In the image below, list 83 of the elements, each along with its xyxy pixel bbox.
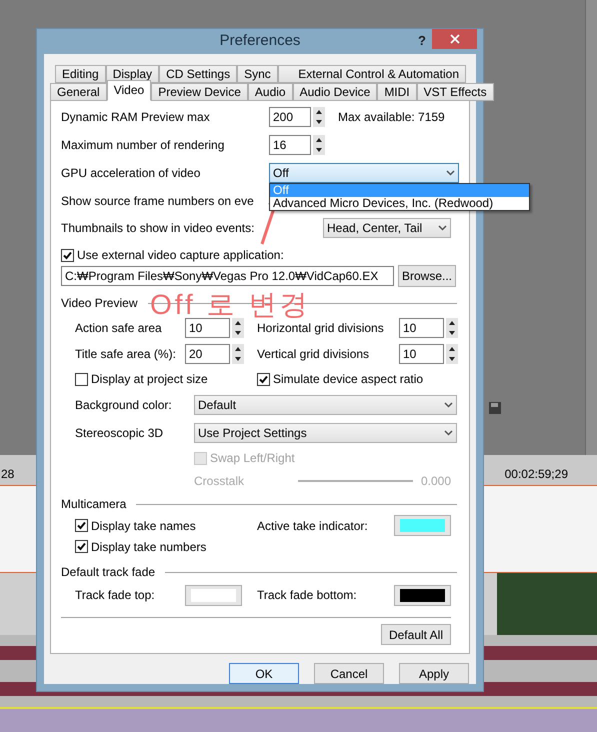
- number-field[interactable]: 10: [399, 344, 444, 364]
- dialog-button[interactable]: Cancel: [314, 663, 384, 684]
- spinner-arrows-icon[interactable]: [446, 344, 458, 364]
- checkbox[interactable]: [75, 519, 88, 532]
- tab[interactable]: External Control & Automation: [278, 65, 466, 83]
- close-button[interactable]: [432, 29, 477, 49]
- checkmark-icon: [77, 542, 86, 551]
- chevron-down-icon: [444, 402, 453, 408]
- setting-label: GPU acceleration of video: [61, 165, 202, 182]
- section-title: Video Preview: [61, 295, 138, 312]
- timecode: 00:02:59;29: [504, 466, 568, 483]
- checkbox[interactable]: [75, 540, 88, 553]
- tab[interactable]: General: [50, 83, 107, 101]
- checkbox-label: Display take names: [91, 518, 196, 534]
- field-label: Action safe area: [75, 320, 162, 337]
- checkmark-icon: [77, 521, 86, 530]
- checkbox[interactable]: [257, 372, 270, 386]
- tab[interactable]: VST Effects: [416, 83, 494, 101]
- tab[interactable]: Sync: [237, 65, 278, 83]
- chevron-down-icon: [446, 170, 455, 176]
- checkbox-label: Use external video capture application:: [77, 247, 284, 264]
- field-label: Vertical grid divisions: [257, 346, 370, 363]
- checkbox[interactable]: [61, 248, 74, 262]
- chevron-down-icon: [444, 430, 453, 436]
- color-swatch-button[interactable]: [394, 515, 451, 536]
- close-icon: [450, 34, 460, 44]
- setting-label: Thumbnails to show in video events:: [61, 220, 254, 236]
- max-available-text: Max available: 7159: [338, 109, 445, 126]
- number-field[interactable]: 16: [269, 135, 311, 155]
- setting-label: Show source frame numbers on eve: [61, 192, 254, 210]
- crosstalk-reading: 0.000: [420, 473, 451, 490]
- spinner-arrows-icon[interactable]: [446, 318, 458, 338]
- dropdown[interactable]: Default: [194, 395, 457, 415]
- checkbox[interactable]: [75, 372, 88, 386]
- tab[interactable]: Editing: [55, 65, 106, 83]
- spinner-arrows-icon[interactable]: [313, 135, 325, 155]
- number-field[interactable]: 10: [185, 318, 230, 338]
- field-label: Title safe area (%):: [75, 346, 176, 363]
- checkbox-label: Swap Left/Right: [210, 450, 295, 467]
- checkbox-label: Display at project size: [91, 371, 208, 388]
- scrollbar[interactable]: [585, 0, 597, 455]
- tab[interactable]: Audio Device: [292, 83, 378, 101]
- dialog-button[interactable]: Apply: [399, 663, 469, 684]
- window-title: Preferences: [220, 31, 300, 52]
- dialog-button[interactable]: OK: [229, 663, 299, 684]
- checkbox-label: Simulate device aspect ratio: [273, 371, 424, 388]
- tab[interactable]: CD Settings: [159, 65, 238, 83]
- tab[interactable]: Preview Device: [151, 83, 248, 101]
- number-field[interactable]: 200: [269, 107, 311, 127]
- checkbox-label: Display take numbers: [91, 538, 206, 556]
- dropdown[interactable]: Use Project Settings: [194, 423, 457, 443]
- field-label: Horizontal grid divisions: [257, 320, 384, 337]
- swatch-label: Track fade bottom:: [257, 587, 357, 604]
- color-swatch-button[interactable]: [185, 584, 242, 606]
- section-title: Multicamera: [61, 496, 126, 513]
- timecode: 28: [1, 466, 14, 483]
- crosstalk-label: Crosstalk: [194, 473, 244, 490]
- dropdown-option[interactable]: Advanced Micro Devices, Inc. (Redwood): [270, 197, 529, 210]
- tab[interactable]: MIDI: [377, 83, 417, 101]
- color-swatch-button[interactable]: [394, 584, 451, 606]
- checkmark-icon: [259, 374, 268, 384]
- field-label: Stereoscopic 3D: [75, 425, 164, 442]
- field-label: Background color:: [75, 397, 173, 414]
- number-field[interactable]: 20: [185, 344, 230, 364]
- tab[interactable]: Video: [106, 80, 152, 101]
- dropdown[interactable]: Off: [269, 163, 459, 183]
- setting-label: Maximum number of rendering: [61, 137, 226, 154]
- chevron-down-icon: [438, 224, 447, 230]
- section-title: Default track fade: [61, 564, 156, 581]
- swatch-label: Track fade top:: [75, 587, 156, 604]
- default-all-button[interactable]: Default All: [380, 624, 451, 645]
- setting-label: Dynamic RAM Preview max: [61, 109, 211, 126]
- swatch-label: Active take indicator:: [257, 518, 368, 534]
- checkmark-icon: [63, 250, 72, 260]
- spinner-arrows-icon[interactable]: [232, 344, 244, 364]
- help-button[interactable]: ?: [418, 31, 426, 50]
- path-field[interactable]: C:₩Program Files₩Sony₩Vegas Pro 12.0₩VidCap60.EX: [61, 266, 394, 286]
- tab[interactable]: Audio: [248, 83, 293, 101]
- spinner-arrows-icon[interactable]: [313, 107, 325, 127]
- browse-button[interactable]: Browse...: [398, 265, 456, 287]
- number-field[interactable]: 10: [399, 318, 444, 338]
- spinner-arrows-icon[interactable]: [232, 318, 244, 338]
- dropdown[interactable]: Head, Center, Tail: [323, 218, 451, 238]
